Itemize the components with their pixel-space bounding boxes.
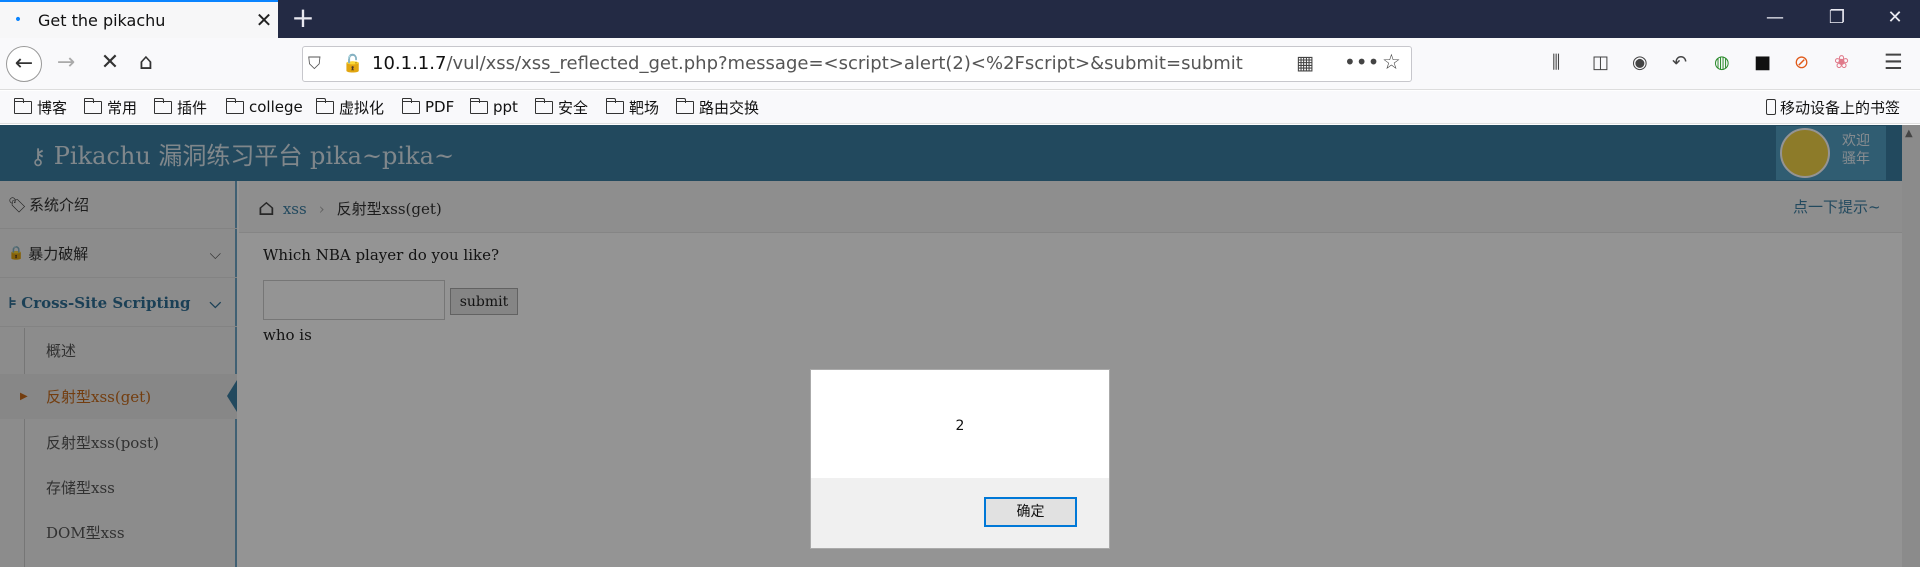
tab-title: Get the pikachu (38, 10, 166, 30)
undo-icon[interactable]: ↶ (1672, 52, 1687, 73)
url-path: /vul/xss/xss_reflected_get.php?message=<… (446, 53, 1243, 74)
stop-loading-icon[interactable]: ✕ (92, 46, 128, 82)
tab-active[interactable]: • Get the pikachu ✕ (0, 0, 278, 38)
folder-icon (153, 97, 172, 114)
mobile-bookmarks[interactable]: 移动设备上的书签 (1766, 96, 1900, 118)
forward-button[interactable]: → (48, 46, 84, 82)
bookmark-star-icon[interactable]: ☆ (1382, 50, 1401, 74)
bookmark-folder[interactable]: 虚拟化 (315, 96, 384, 118)
folder-icon (534, 97, 553, 114)
bookmark-folder[interactable]: 靶场 (605, 96, 659, 118)
extension-pink-icon[interactable]: ❀ (1834, 52, 1849, 73)
bookmark-folder[interactable]: college (225, 96, 303, 118)
folder-icon (469, 97, 488, 114)
alert-message: 2 (955, 418, 965, 434)
bookmark-folder[interactable]: 常用 (83, 96, 137, 118)
folder-icon (13, 97, 32, 114)
folder-icon (401, 97, 420, 114)
library-icon[interactable]: ⫼ (1552, 52, 1560, 73)
folder-icon (83, 97, 102, 114)
new-tab-button[interactable]: + (285, 0, 321, 38)
back-button[interactable]: ← (6, 46, 42, 82)
more-actions-icon[interactable]: ••• (1344, 50, 1379, 74)
account-icon[interactable]: ◉ (1632, 52, 1648, 73)
folder-icon (605, 97, 624, 114)
window-close-icon[interactable]: ✕ (1870, 0, 1920, 38)
insecure-lock-icon[interactable]: 🔓 (342, 54, 363, 74)
folder-icon (225, 97, 244, 114)
menu-icon[interactable]: ☰ (1884, 50, 1903, 74)
folder-icon (315, 97, 334, 114)
bookmark-folder[interactable]: 路由交换 (675, 96, 759, 118)
favicon-icon: • (13, 12, 23, 28)
extension-dark-icon[interactable]: ■ (1754, 52, 1771, 73)
shield-icon[interactable]: ⛉ (308, 54, 321, 74)
alert-dialog: 2 确定 (810, 369, 1110, 549)
extension-block-icon[interactable]: ⊘ (1794, 52, 1809, 73)
close-tab-icon[interactable]: ✕ (250, 8, 278, 32)
restore-icon[interactable]: ❐ (1812, 0, 1862, 38)
folder-icon (675, 97, 694, 114)
ok-button[interactable]: 确定 (984, 497, 1077, 527)
minimize-icon[interactable]: — (1750, 0, 1800, 38)
bookmark-folder[interactable]: 博客 (13, 96, 67, 118)
bookmark-folder[interactable]: PDF (401, 96, 454, 118)
extension-globe-icon[interactable]: ◍ (1714, 52, 1730, 73)
sidebar-toggle-icon[interactable]: ◫ (1592, 52, 1609, 73)
qr-code-icon[interactable]: ▦ (1296, 52, 1314, 74)
phone-icon (1766, 99, 1776, 115)
bookmark-folder[interactable]: ppt (469, 96, 518, 118)
home-icon[interactable]: ⌂ (128, 46, 164, 82)
bookmark-folder[interactable]: 安全 (534, 96, 588, 118)
bookmark-folder[interactable]: 插件 (153, 96, 207, 118)
url-host: 10.1.1.7 (372, 53, 447, 74)
